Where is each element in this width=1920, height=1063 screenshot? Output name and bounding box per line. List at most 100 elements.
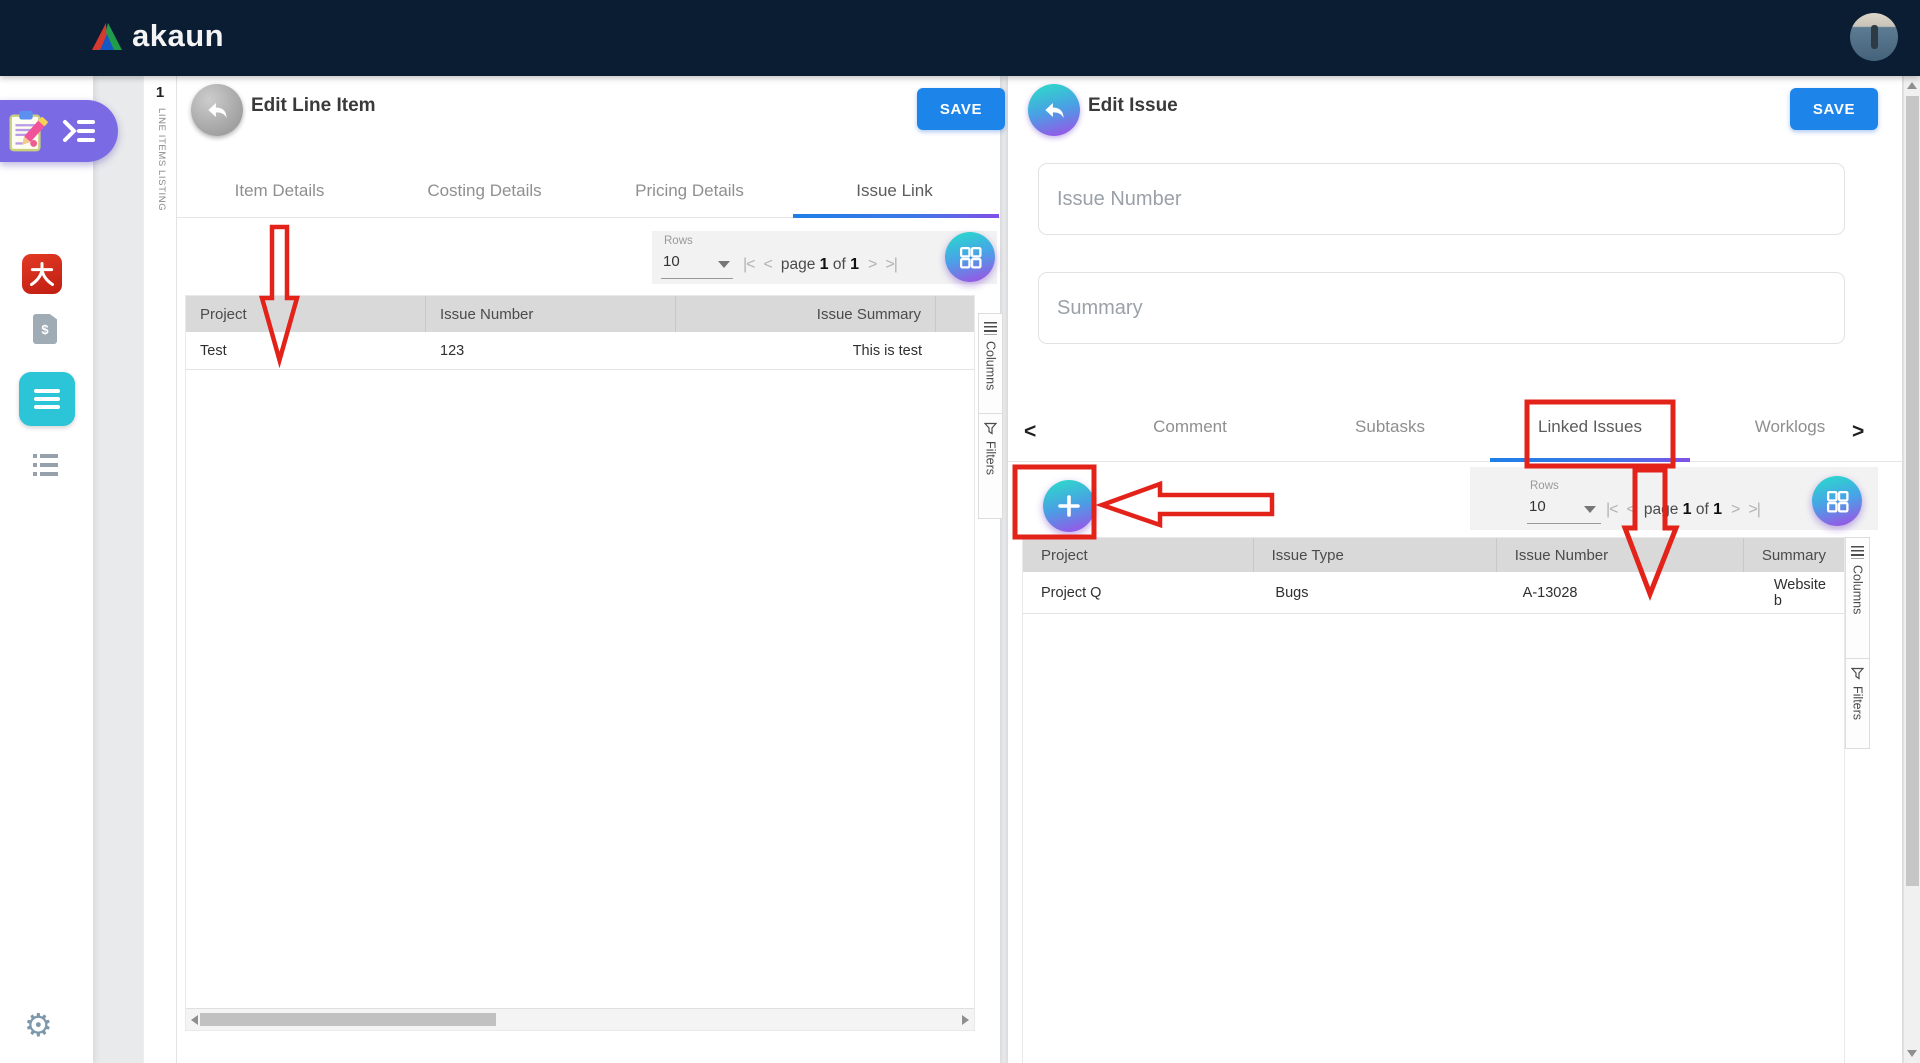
table-row[interactable]: Project Q Bugs A-13028 Website b <box>1023 572 1844 614</box>
rows-label: Rows <box>1530 480 1559 492</box>
grid-view-button[interactable] <box>1812 476 1862 526</box>
first-page-button[interactable]: |< <box>1606 501 1618 519</box>
scroll-down-icon[interactable] <box>1907 1050 1917 1057</box>
scroll-left-icon[interactable] <box>191 1015 198 1025</box>
back-button[interactable] <box>191 84 243 136</box>
filter-funnel-icon <box>984 422 997 435</box>
pagination: |< < page 1 of 1 > >| <box>743 253 898 277</box>
columns-label: Columns <box>1850 565 1865 615</box>
summary-field[interactable] <box>1038 272 1845 344</box>
cell-project: Test <box>200 342 227 359</box>
save-button[interactable]: SAVE <box>1790 88 1878 130</box>
cell-issue-number: 123 <box>440 342 465 359</box>
prev-page-button[interactable]: < <box>1627 501 1636 519</box>
col-header-summary[interactable]: Summary <box>1744 538 1844 572</box>
tab-costing-details[interactable]: Costing Details <box>382 165 587 217</box>
grid-icon <box>959 246 982 269</box>
filters-toggle[interactable]: Filters <box>979 413 1002 518</box>
page-indicator: page 1 of 1 <box>1643 501 1723 518</box>
active-tab-underline <box>1490 458 1690 462</box>
app-sidebar: $ ⚙ <box>0 76 93 1063</box>
caret-down-icon[interactable] <box>1584 506 1596 513</box>
col-header-issue-summary[interactable]: Issue Summary <box>676 296 936 332</box>
tabs-scroll-left-icon[interactable]: < <box>1024 420 1036 444</box>
tab-pricing-details[interactable]: Pricing Details <box>587 165 792 217</box>
line-items-listing-tab[interactable]: 1 LINE ITEMS LISTING <box>143 76 177 1063</box>
indent-menu-icon <box>63 120 95 142</box>
next-page-button[interactable]: > <box>1731 501 1740 519</box>
back-arrow-icon <box>1045 102 1064 119</box>
page-title: Edit Issue <box>1088 95 1178 116</box>
tab-comment[interactable]: Comment <box>1090 392 1290 462</box>
linked-issues-table: Project Issue Type Issue Number Summary … <box>1022 537 1845 1063</box>
sidebar-item-listing-active[interactable] <box>19 372 75 426</box>
tab-count: 1 <box>155 84 165 101</box>
scroll-up-icon[interactable] <box>1907 82 1917 89</box>
add-linked-issue-button[interactable] <box>1043 480 1095 532</box>
columns-toggle[interactable]: Columns <box>979 314 1002 413</box>
filters-label: Filters <box>1850 686 1865 721</box>
scroll-right-icon[interactable] <box>962 1015 969 1025</box>
first-page-button[interactable]: |< <box>743 256 755 274</box>
col-header-issue-number[interactable]: Issue Number <box>426 296 676 332</box>
cell-issue-number: A-13028 <box>1522 584 1578 601</box>
top-navbar: akaun <box>0 0 1920 76</box>
next-page-button[interactable]: > <box>868 256 877 274</box>
cell-project: Project Q <box>1041 584 1102 601</box>
sidebar-item-list[interactable] <box>33 454 59 476</box>
columns-icon <box>1851 546 1864 559</box>
rows-per-page-select[interactable]: 10 <box>663 253 680 270</box>
rows-label: Rows <box>664 235 693 247</box>
settings-gear-icon[interactable]: ⚙ <box>24 1006 53 1044</box>
save-button[interactable]: SAVE <box>917 88 1005 130</box>
app-screen: akaun $ ⚙ 1 LINE ITEMS LISTING Edit Line… <box>0 0 1920 1063</box>
window-scrollbar[interactable] <box>1903 76 1920 1063</box>
tab-issue-link[interactable]: Issue Link <box>792 165 997 217</box>
scrollbar-thumb[interactable] <box>1906 96 1919 886</box>
last-page-button[interactable]: >| <box>885 256 897 274</box>
table-header-row: Project Issue Type Issue Number Summary <box>1023 538 1844 572</box>
filters-toggle[interactable]: Filters <box>1846 658 1869 748</box>
tab-worklogs[interactable]: Worklogs <box>1690 392 1890 462</box>
brand-name: akaun <box>132 18 225 53</box>
col-header-issue-number[interactable]: Issue Number <box>1497 538 1744 572</box>
col-header-issue-type[interactable]: Issue Type <box>1254 538 1497 572</box>
issue-tabs: Comment Subtasks Linked Issues Worklogs <box>1090 392 1890 462</box>
cjk-app-icon <box>30 262 54 286</box>
tab-item-details[interactable]: Item Details <box>177 165 382 217</box>
rows-per-page-select[interactable]: 10 <box>1529 498 1546 515</box>
back-arrow-icon <box>208 102 227 119</box>
horizontal-scrollbar[interactable] <box>186 1008 974 1030</box>
table-row[interactable]: Test 123 This is test <box>186 332 974 370</box>
issue-link-table: Project Issue Number Issue Summary Test … <box>185 295 975 1031</box>
last-page-button[interactable]: >| <box>1748 501 1760 519</box>
quick-launch-pill[interactable] <box>0 100 118 162</box>
table-header-row: Project Issue Number Issue Summary <box>186 296 974 332</box>
columns-toggle[interactable]: Columns <box>1846 538 1869 658</box>
back-button[interactable] <box>1028 84 1080 136</box>
brand-logo[interactable]: akaun <box>92 18 224 54</box>
sidebar-item-billing[interactable]: $ <box>33 314 57 344</box>
user-avatar[interactable] <box>1850 13 1898 61</box>
grid-icon <box>1826 490 1849 513</box>
issue-number-field[interactable] <box>1038 163 1845 235</box>
filter-funnel-icon <box>1851 667 1864 680</box>
sidebar-item-app[interactable] <box>22 254 62 294</box>
scrollbar-thumb[interactable] <box>200 1013 496 1026</box>
table-side-controls: Columns Filters <box>978 313 1003 519</box>
edit-line-item-panel: Edit Line Item SAVE Item Details Costing… <box>177 76 1005 1063</box>
grid-view-button[interactable] <box>945 232 995 282</box>
dollar-doc-icon: $ <box>41 321 49 337</box>
list-icon <box>34 389 60 393</box>
cell-issue-summary: This is test <box>852 342 922 359</box>
tab-linked-issues[interactable]: Linked Issues <box>1490 392 1690 462</box>
col-header-project[interactable]: Project <box>1023 538 1254 572</box>
caret-down-icon[interactable] <box>718 261 730 268</box>
filters-label: Filters <box>983 441 998 476</box>
prev-page-button[interactable]: < <box>764 256 773 274</box>
col-header-project[interactable]: Project <box>186 296 426 332</box>
columns-icon <box>984 322 997 335</box>
pagination: |< < page 1 of 1 > >| <box>1606 498 1761 522</box>
tabs-divider <box>1008 461 1902 462</box>
tab-subtasks[interactable]: Subtasks <box>1290 392 1490 462</box>
